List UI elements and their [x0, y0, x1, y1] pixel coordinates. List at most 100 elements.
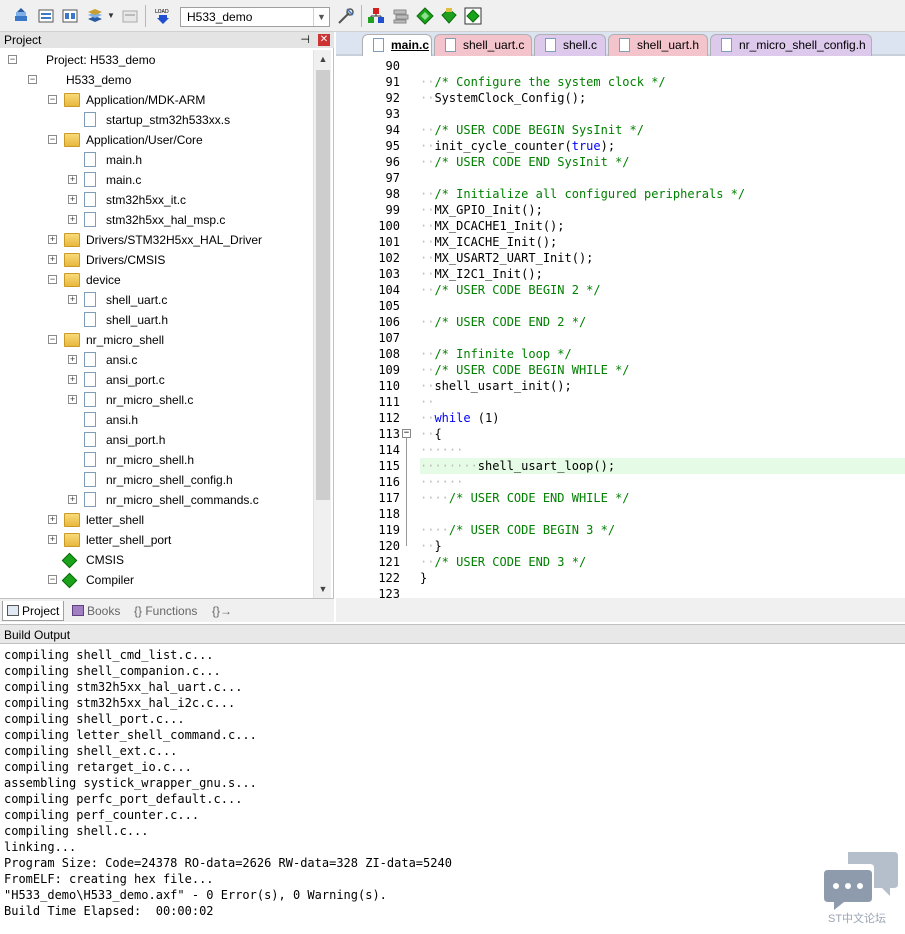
update-components-icon[interactable] [464, 7, 482, 25]
run-time-env-icon[interactable] [440, 7, 458, 25]
expand-icon[interactable]: + [68, 395, 77, 404]
code-area[interactable]: 90 91 ··/* Configure the system clock */ 92… [336, 58, 905, 598]
tab-books[interactable]: Books [68, 601, 128, 621]
rebuild-icon[interactable] [61, 7, 79, 25]
tree-item[interactable]: − Application/MDK-ARM [0, 90, 312, 110]
file-icon [84, 312, 96, 327]
tree-item[interactable]: − Compiler [0, 570, 312, 590]
tab-shell-uart-h[interactable]: shell_uart.h [608, 34, 708, 56]
target-options-icon[interactable] [337, 7, 355, 25]
build-output-line: compiling retarget_io.c... [4, 760, 192, 774]
tree-item[interactable]: − Application/User/Core [0, 130, 312, 150]
collapse-icon[interactable]: − [48, 335, 57, 344]
editor-tab-label: shell.c [563, 38, 598, 52]
tree-item[interactable]: CMSIS [0, 550, 312, 570]
tree-item[interactable]: main.h [0, 150, 312, 170]
tree-item[interactable]: + letter_shell_port [0, 530, 312, 550]
fold-collapse-icon[interactable]: − [402, 429, 411, 438]
tree-item[interactable]: nr_micro_shell.h [0, 450, 312, 470]
tree-item[interactable]: + ansi.c [0, 350, 312, 370]
collapse-icon[interactable]: − [48, 275, 57, 284]
tab-functions[interactable]: {} Functions [130, 601, 206, 621]
tree-item[interactable]: ansi.h [0, 410, 312, 430]
line-number: 120 [378, 539, 400, 553]
expand-icon[interactable]: + [68, 215, 77, 224]
collapse-icon[interactable]: − [8, 55, 17, 64]
tree-item[interactable]: + ansi_port.c [0, 370, 312, 390]
tree-item[interactable]: shell_uart.h [0, 310, 312, 330]
fold-line [406, 434, 407, 546]
line-number: 122 [378, 571, 400, 585]
tree-item[interactable]: − H533_demo [0, 70, 312, 90]
tab-books-label: Books [87, 604, 121, 618]
tree-item[interactable]: − nr_micro_shell [0, 330, 312, 350]
tree-item[interactable]: − device [0, 270, 312, 290]
tree-item[interactable]: + Drivers/CMSIS [0, 250, 312, 270]
tab-project[interactable]: Project [2, 601, 64, 621]
project-tree-scrollbar[interactable]: ▲ ▼ [313, 50, 331, 598]
folder-icon [64, 133, 80, 147]
tree-item[interactable]: + shell_uart.c [0, 290, 312, 310]
expand-icon[interactable]: + [48, 535, 57, 544]
select-packs-icon[interactable] [392, 7, 410, 25]
tree-item[interactable]: + stm32h5xx_it.c [0, 190, 312, 210]
line-number: 98 [385, 187, 400, 201]
collapse-icon[interactable]: − [48, 135, 57, 144]
code-line: ··init_cycle_counter(true); [420, 139, 616, 153]
chevron-down-icon[interactable]: ▼ [107, 11, 115, 20]
expand-icon[interactable]: + [68, 295, 77, 304]
tree-item[interactable]: nr_micro_shell_config.h [0, 470, 312, 490]
tree-item[interactable]: ansi_port.h [0, 430, 312, 450]
collapse-icon[interactable]: − [48, 95, 57, 104]
tab-shell-c[interactable]: shell.c [534, 34, 606, 56]
build-output-pane[interactable]: compiling shell_cmd_list.c... compiling s… [0, 645, 905, 934]
tree-item-label: startup_stm32h533xx.s [106, 113, 231, 127]
expand-icon[interactable]: + [68, 355, 77, 364]
tree-item[interactable]: + Drivers/STM32H5xx_HAL_Driver [0, 230, 312, 250]
folder-icon [64, 233, 80, 247]
collapse-icon[interactable]: − [28, 75, 37, 84]
scrollbar-thumb[interactable] [316, 70, 330, 500]
tree-item[interactable]: startup_stm32h533xx.s [0, 110, 312, 130]
editor-horizontal-scrollbar[interactable] [336, 598, 905, 622]
expand-icon[interactable]: + [68, 175, 77, 184]
tree-item[interactable]: + letter_shell [0, 510, 312, 530]
expand-icon[interactable]: + [68, 375, 77, 384]
tab-main-c[interactable]: main.c [362, 34, 432, 56]
expand-icon[interactable]: + [48, 255, 57, 264]
tab-shell-uart-c[interactable]: shell_uart.c [434, 34, 532, 56]
expand-icon[interactable]: + [48, 235, 57, 244]
tree-item[interactable]: + nr_micro_shell_commands.c [0, 490, 312, 510]
target-select[interactable]: H533_demo ▼ [180, 7, 330, 27]
folder-icon [64, 533, 80, 547]
download-icon[interactable]: LOAD [154, 7, 172, 25]
pack-installer-icon[interactable] [416, 7, 434, 25]
close-icon[interactable]: ✕ [318, 34, 330, 46]
tab-nr-micro-shell-config-h[interactable]: nr_micro_shell_config.h [710, 34, 872, 56]
editor-pane: main.c shell_uart.c shell.c shell_uart.h nr_… [336, 32, 905, 622]
stop-build-icon[interactable] [121, 7, 139, 25]
translate-icon[interactable] [12, 7, 30, 25]
build-output-line: compiling shell_cmd_list.c... [4, 648, 214, 662]
tab-templates[interactable]: {}→ Templates [208, 601, 288, 638]
build-icon[interactable] [37, 7, 55, 25]
code-line: ··MX_ICACHE_Init(); [420, 235, 558, 249]
expand-icon[interactable]: + [48, 515, 57, 524]
line-number: 123 [378, 587, 400, 598]
tree-item[interactable]: − Project: H533_demo [0, 50, 312, 70]
tree-item[interactable]: + stm32h5xx_hal_msp.c [0, 210, 312, 230]
toolbar: ▼ LOAD H533_demo ▼ [0, 0, 905, 32]
pin-icon[interactable]: ⊣ [300, 32, 310, 48]
manage-components-icon[interactable] [367, 7, 385, 25]
scroll-up-icon[interactable]: ▲ [314, 50, 332, 68]
tree-item[interactable]: + main.c [0, 170, 312, 190]
expand-icon[interactable]: + [68, 495, 77, 504]
chevron-down-icon[interactable]: ▼ [313, 8, 329, 26]
file-icon [84, 372, 96, 387]
scroll-down-icon[interactable]: ▼ [314, 580, 332, 598]
tree-item[interactable]: + nr_micro_shell.c [0, 390, 312, 410]
collapse-icon[interactable]: − [48, 575, 57, 584]
build-output-line: compiling perfc_port_default.c... [4, 792, 243, 806]
batch-build-icon[interactable] [86, 7, 104, 25]
expand-icon[interactable]: + [68, 195, 77, 204]
